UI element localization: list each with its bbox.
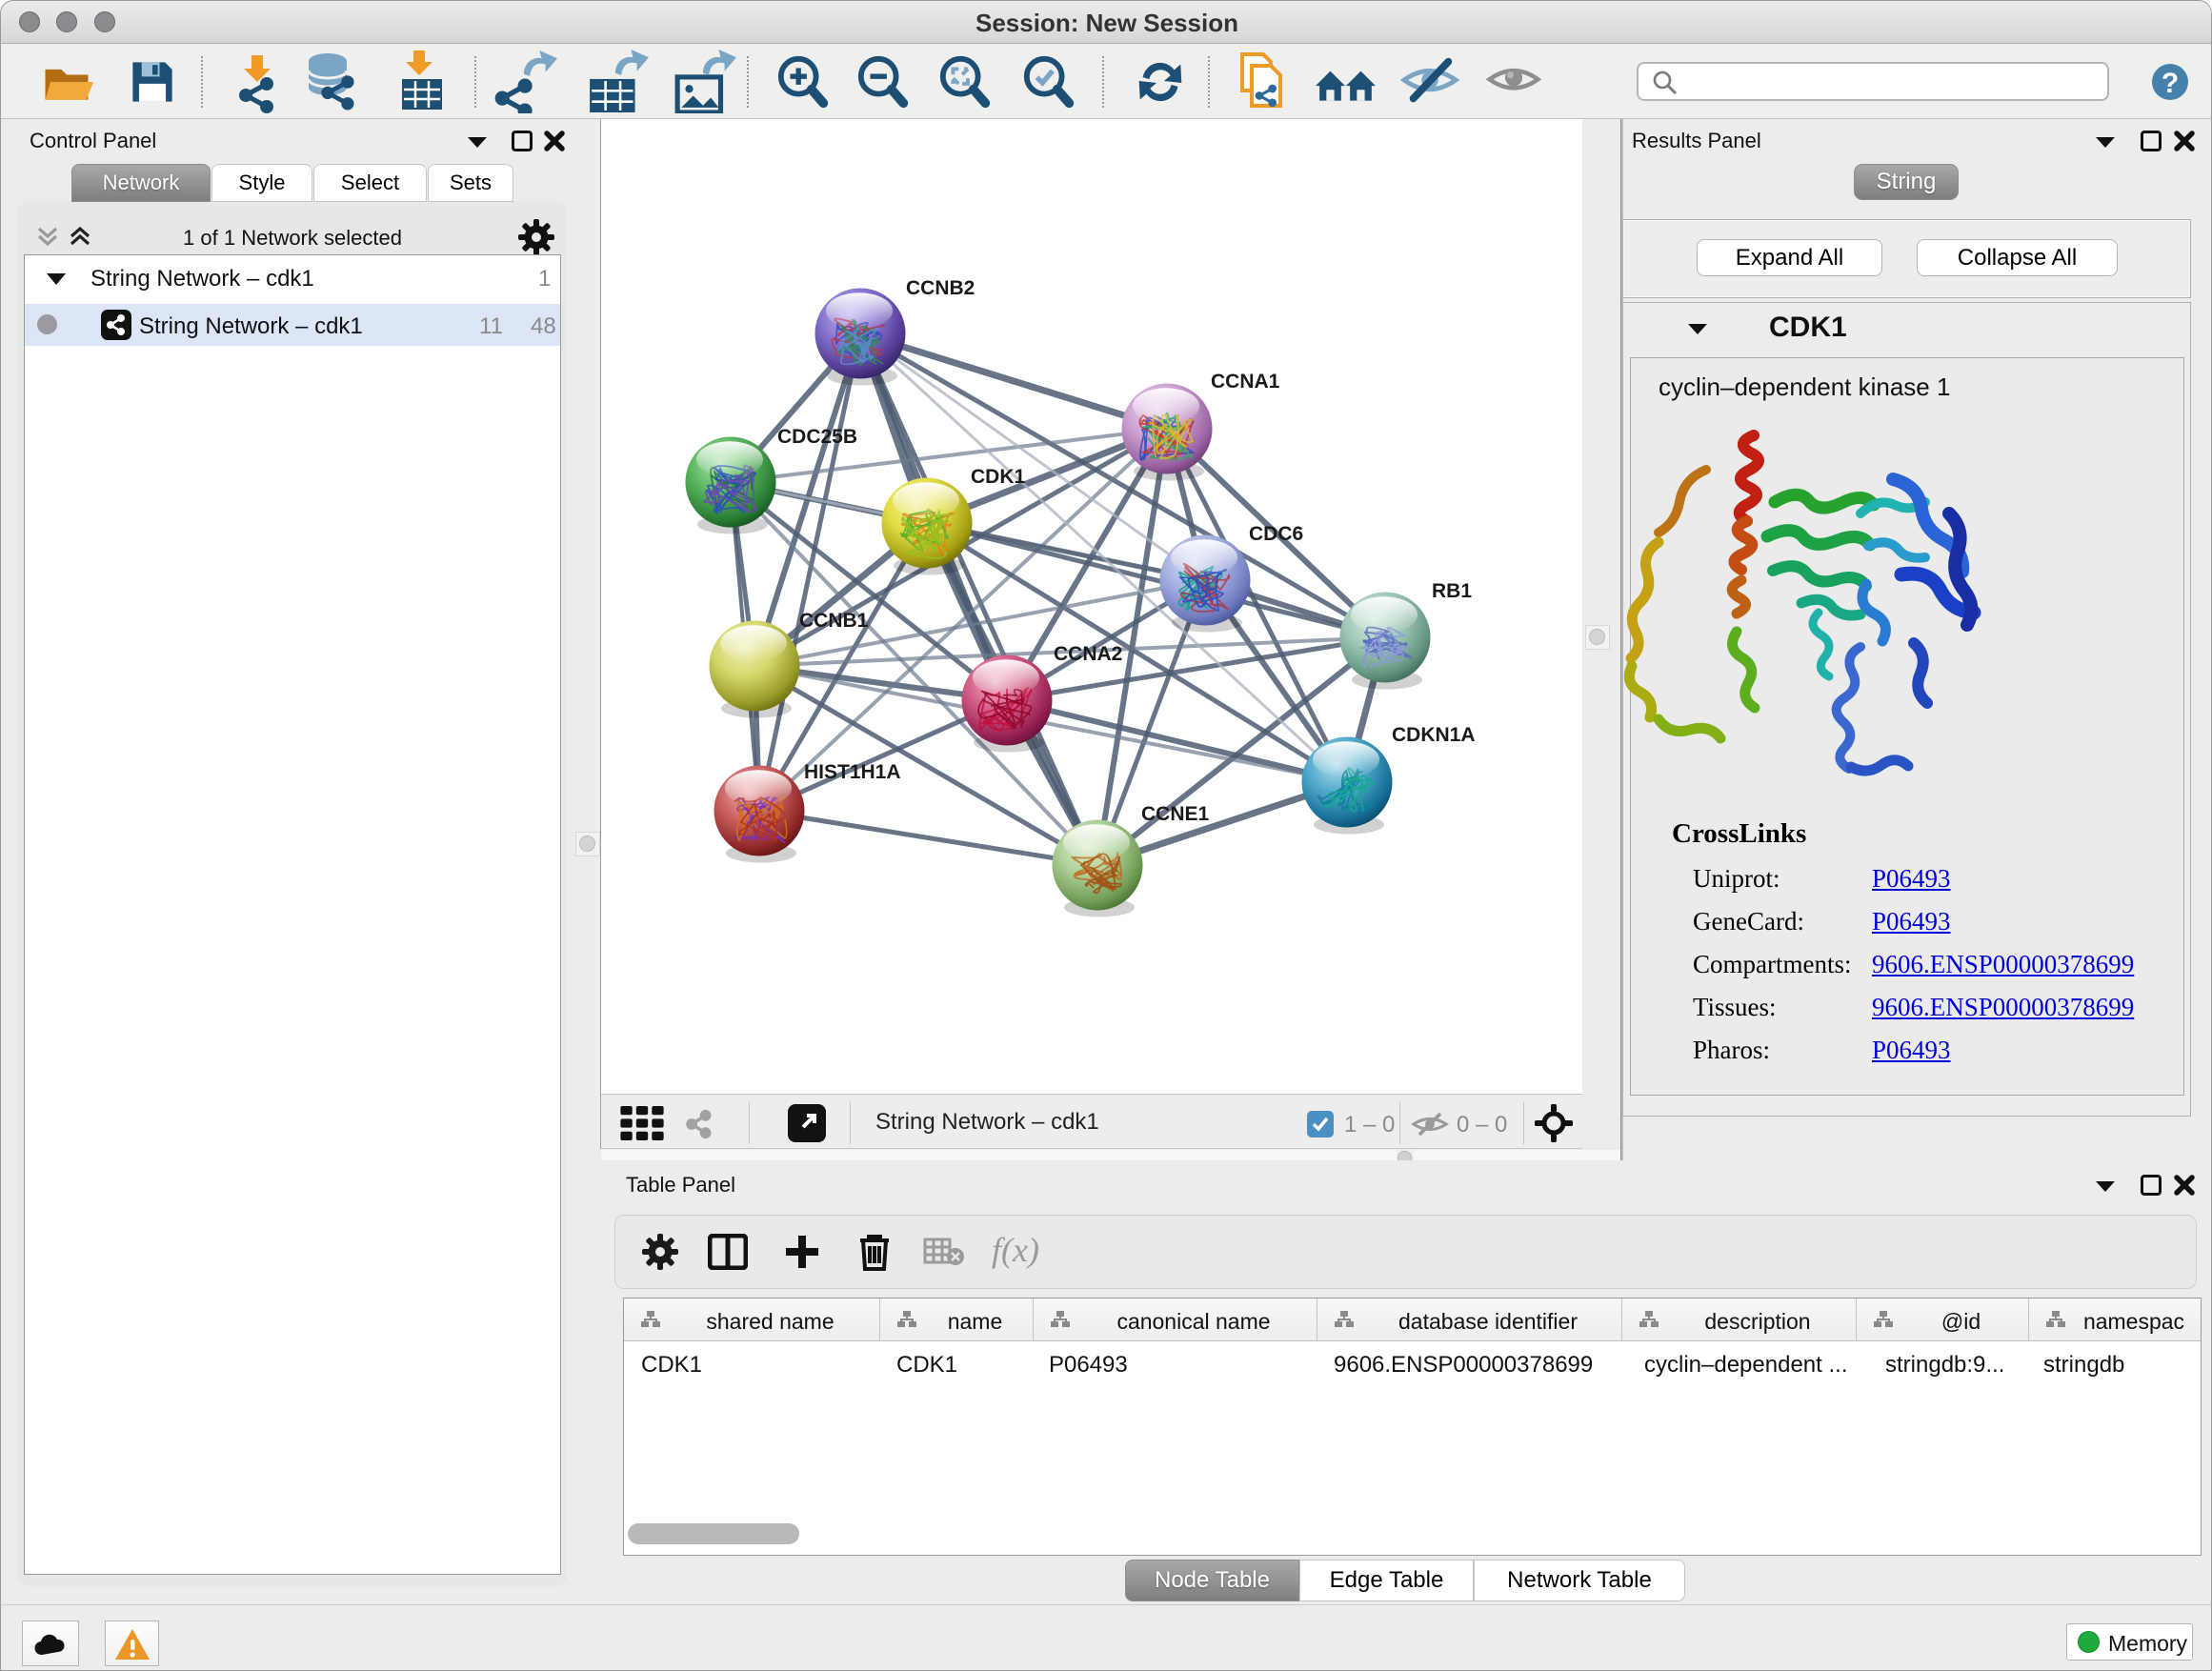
svg-text:CDC6: CDC6 bbox=[1249, 523, 1303, 545]
svg-text:CCNA2: CCNA2 bbox=[1054, 643, 1122, 665]
svg-text:CDKN1A: CDKN1A bbox=[1392, 724, 1476, 746]
svg-text:CDC25B: CDC25B bbox=[777, 426, 857, 448]
svg-text:HIST1H1A: HIST1H1A bbox=[804, 761, 901, 783]
svg-text:CCNB2: CCNB2 bbox=[906, 277, 975, 299]
svg-text:CCNA1: CCNA1 bbox=[1211, 371, 1280, 393]
svg-text:RB1: RB1 bbox=[1432, 580, 1472, 602]
svg-text:CDK1: CDK1 bbox=[971, 466, 1025, 488]
svg-text:CCNB1: CCNB1 bbox=[799, 610, 869, 632]
svg-text:CCNE1: CCNE1 bbox=[1141, 803, 1210, 825]
